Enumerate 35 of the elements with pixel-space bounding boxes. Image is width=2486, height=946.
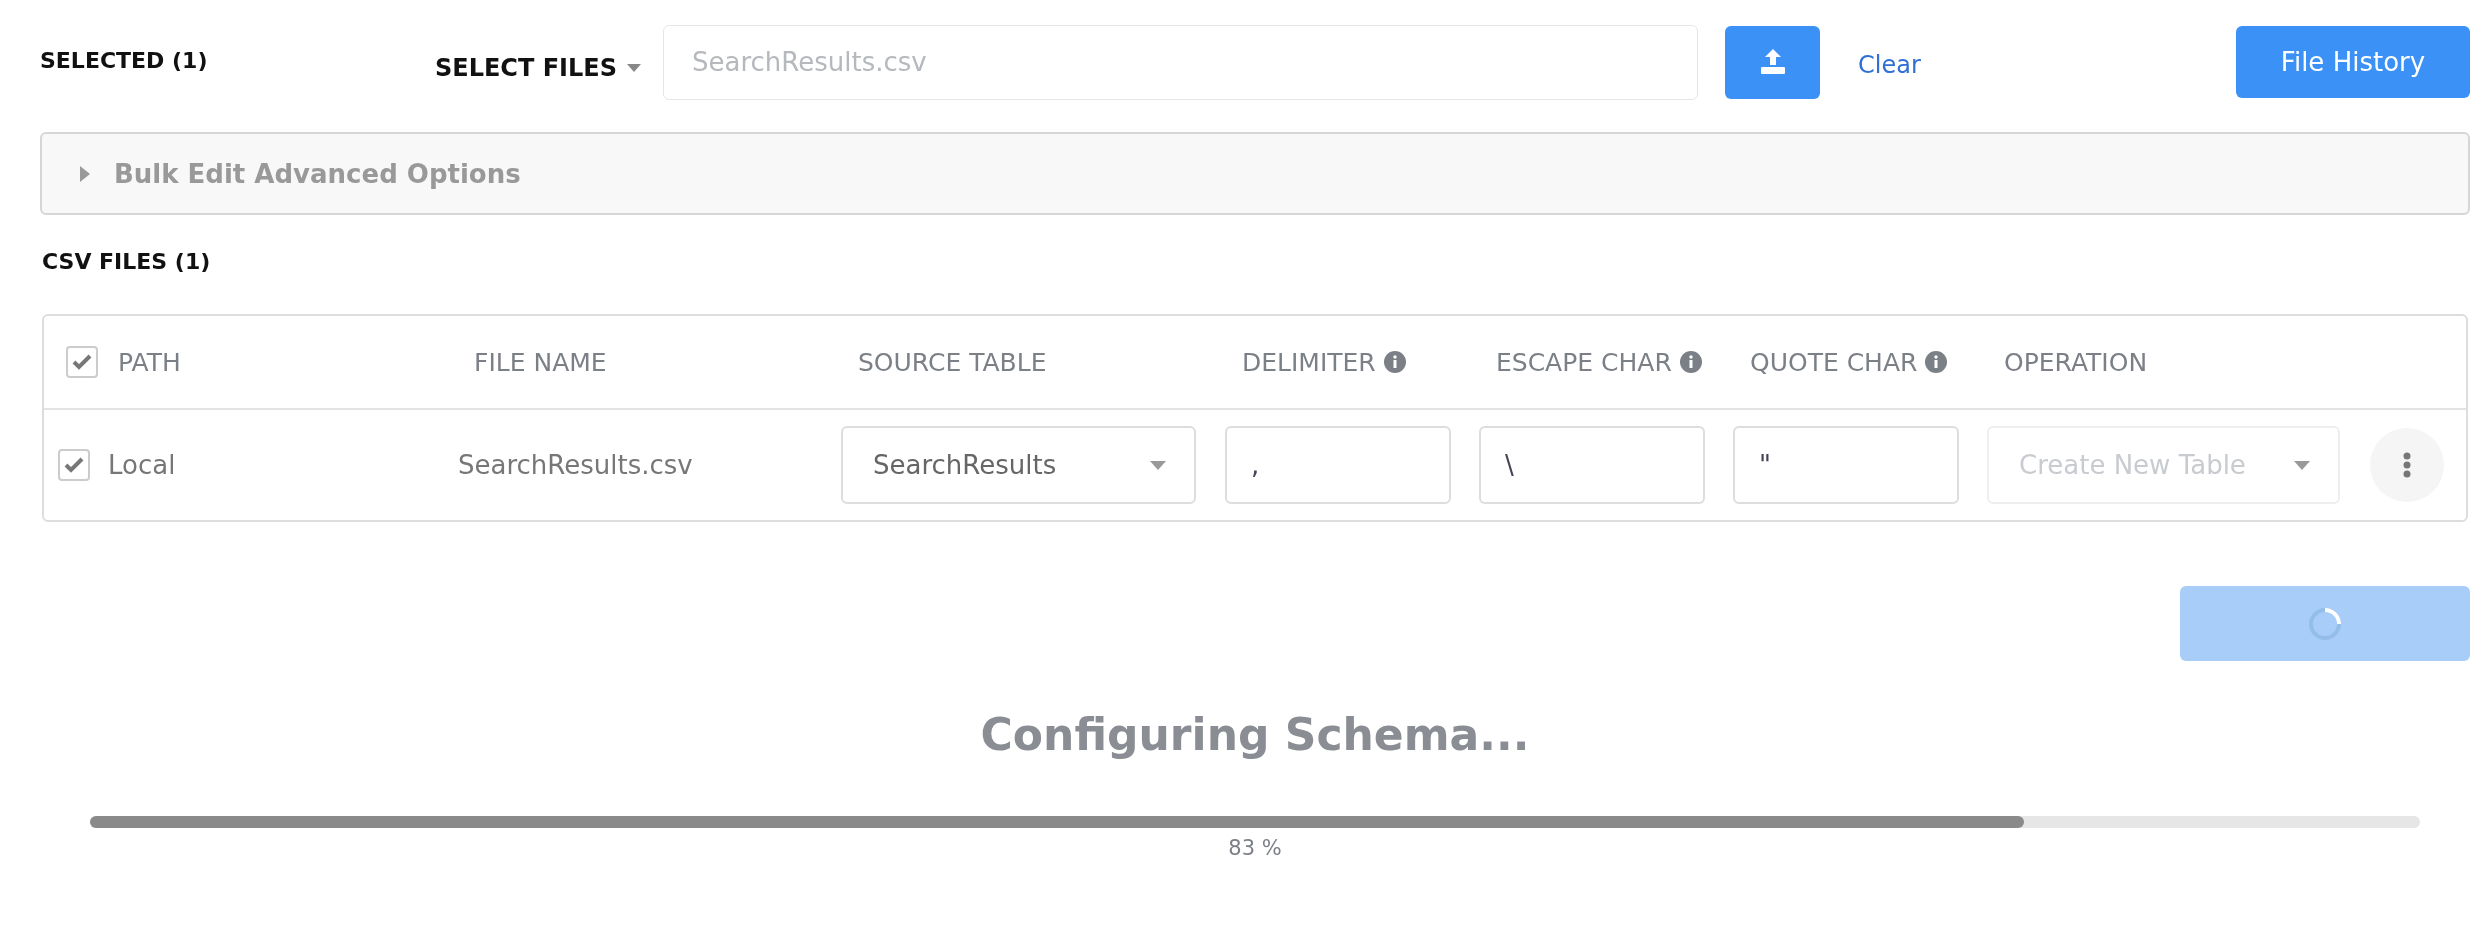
select-files-dropdown[interactable]: SELECT FILES [435,54,663,82]
checkmark-icon [64,457,84,473]
column-header: FILE NAME [474,347,607,377]
csv-files-label: CSV FILES (1) [42,249,212,274]
progress-percentage: 83 % [1228,836,1282,860]
row-checkbox[interactable] [58,449,90,481]
upload-icon [1758,49,1787,75]
column-header: SOURCE TABLE [858,347,1047,377]
file-history-button[interactable]: File History [2236,26,2470,98]
checkmark-icon [72,354,92,370]
caret-down-icon [2294,460,2310,470]
info-icon [1679,351,1702,373]
progress-title: Configuring Schema... [979,709,1531,760]
caret-down-icon [627,64,641,72]
info-icon [1925,351,1948,373]
column-header: QUOTE CHAR [1750,347,1918,377]
column-header: OPERATION [2004,347,2148,377]
path-cell: Local [108,450,176,480]
column-header: PATH [118,347,181,377]
upload-button[interactable] [1725,25,1820,99]
source-table-dropdown[interactable]: SearchResults [841,426,1196,504]
select-all-checkbox[interactable] [66,346,98,378]
file-field[interactable]: SearchResults.csv [663,24,1698,100]
clear-link[interactable]: Clear [1858,51,1921,79]
caret-down-icon [1150,460,1166,470]
column-header: ESCAPE CHAR [1496,347,1672,377]
info-icon [1383,351,1406,373]
kebab-menu-icon [2403,452,2411,478]
loading-spinner-icon [2307,605,2343,642]
file-name-cell: SearchResults.csv [458,450,693,480]
escape-char-field[interactable]: \ [1479,426,1705,504]
column-header: DELIMITER [1242,347,1376,377]
selected-count-label: SELECTED (1) [40,47,209,73]
delimiter-field[interactable]: , [1225,426,1451,504]
quote-char-field[interactable]: " [1733,426,1959,504]
